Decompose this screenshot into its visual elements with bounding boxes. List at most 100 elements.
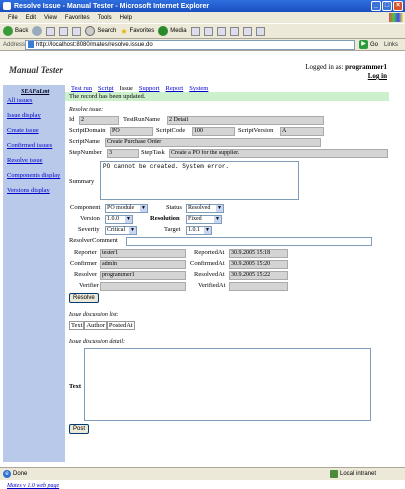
discuss-icon[interactable] [242,26,252,36]
menu-view[interactable]: View [44,15,57,21]
resolve-button[interactable]: Resolve [69,293,99,303]
menu-bar: File Edit View Favorites Tools Help [0,12,405,23]
sidebar-item-issue-display[interactable]: Issue display [7,112,41,119]
confirmed-at-label: ConfirmedAt [190,260,225,267]
maximize-button[interactable]: □ [382,1,392,11]
resolver-comment-input[interactable] [126,237,372,246]
status-message: The record has been updated. [65,92,389,101]
menu-favorites[interactable]: Favorites [65,15,90,21]
window-titlebar: Resolve Issue - Manual Tester - Microsof… [0,0,405,12]
back-arrow-icon [3,26,13,36]
sidebar-item-create-issue[interactable]: Create issue [7,127,39,134]
severity-select[interactable]: Critical ▼ [105,226,137,235]
target-label: Target [164,226,181,233]
page-icon [28,41,34,48]
web-page: Manual Tester Logged in as: programmer1 … [0,51,405,489]
close-button[interactable]: × [393,1,403,11]
windows-logo-icon [389,13,403,22]
stop-icon[interactable] [46,26,56,36]
mail-icon[interactable] [203,26,213,36]
messenger-icon[interactable] [255,26,265,36]
menu-tools[interactable]: Tools [98,15,112,21]
script-domain-label: ScriptDomain [69,127,106,134]
verifier-field [100,282,186,291]
security-zone: Local intranet [340,471,377,477]
resolver-comment-label: ResolverComment [69,237,118,244]
column-header-text: Text [69,321,85,330]
sidebar-item-confirmed-issues[interactable]: Confirmed issues [7,142,52,149]
address-input[interactable]: http://localhost:8080/mates/resolve.issu… [25,39,355,50]
status-text: Done [13,471,28,477]
forward-arrow-icon[interactable] [32,26,43,36]
logged-in-label: Logged in as: [305,63,344,71]
chevron-down-icon: ▼ [204,227,211,234]
post-button[interactable]: Post [69,424,90,434]
footer-link[interactable]: Mates v 1.0 web page [7,483,59,489]
chevron-down-icon: ▼ [214,216,221,223]
step-number-label: StepNumber [69,149,102,156]
window-title: Resolve Issue - Manual Tester - Microsof… [14,2,210,10]
menu-help[interactable]: Help [120,15,132,21]
project-link[interactable]: SEAFaLmt [21,89,49,95]
status-select[interactable]: Resolved ▼ [186,204,224,213]
resolution-select[interactable]: Fixed ▼ [186,215,222,224]
tab-script[interactable]: Script [98,85,114,92]
page-done-icon: e [3,470,11,478]
script-code-label: ScriptCode [156,127,186,134]
sidebar-item-versions-display[interactable]: Versions display [7,187,50,194]
go-button[interactable]: ▶ Go [359,40,378,49]
history-icon[interactable] [190,26,200,36]
menu-edit[interactable]: Edit [26,15,36,21]
sidebar-item-all-issues[interactable]: All issues [7,97,32,104]
discussion-text-textarea[interactable] [84,348,371,421]
back-button[interactable]: Back [3,26,28,36]
refresh-icon[interactable] [59,26,69,36]
minimize-button[interactable]: _ [371,1,381,11]
top-tabs: Test run Script Issue Support Report Sys… [71,85,208,92]
favorites-button[interactable]: ★ Favorites [120,27,154,36]
print-icon[interactable] [216,26,226,36]
verified-at-label: VerifiedAt [198,282,226,289]
component-select[interactable]: PO module ▼ [105,204,148,213]
version-select[interactable]: 1.0.0 ▼ [105,215,133,224]
script-version-field: A [280,127,324,136]
discussion-list-title: Issue discussion list: [69,312,119,318]
media-icon [158,26,169,36]
edit-icon[interactable] [229,26,239,36]
tab-report[interactable]: Report [166,85,184,92]
test-run-name-label: TestRunName [123,116,161,123]
reported-at-label: ReportedAt [194,249,225,256]
chevron-down-icon: ▼ [125,216,132,223]
script-name-label: ScriptName [69,138,101,145]
step-task-field: Create a PO for the supplier. [169,149,388,158]
confirmer-label: Confirmer [70,260,98,267]
component-label: Component [70,204,101,211]
sidebar-item-resolve-issue[interactable]: Resolve issue [7,157,43,164]
logout-link[interactable]: Log in [368,72,387,80]
text-label: Text [69,383,82,390]
search-button[interactable]: Search [85,26,116,36]
target-select[interactable]: 1.0.1 ▼ [186,226,212,235]
address-bar: Address http://localhost:8080/mates/reso… [0,39,405,51]
discussion-detail-title: Issue discussion detail: [69,339,125,345]
tab-issue[interactable]: Issue [120,85,133,92]
sidebar: SEAFaLmt All issues Issue display Create… [3,85,65,489]
address-label: Address [3,41,26,48]
links-button[interactable]: Links [384,42,398,48]
script-version-label: ScriptVersion [238,127,274,134]
tab-system[interactable]: System [189,85,208,92]
reporter-label: Reporter [74,249,97,256]
id-label: Id [69,116,75,123]
sidebar-item-components-display[interactable]: Components display [7,172,60,179]
tab-support[interactable]: Support [139,85,160,92]
home-icon[interactable] [72,26,82,36]
media-button[interactable]: Media [158,26,187,36]
chevron-down-icon: ▼ [140,205,147,212]
page-header: Manual Tester Logged in as: programmer1 … [3,55,389,85]
resolved-at-field: 30.9.2005 15:22 [229,271,288,280]
summary-textarea[interactable]: PO cannot be created. System error. [100,161,299,200]
tab-test-run[interactable]: Test run [71,85,92,92]
star-icon: ★ [120,26,128,36]
menu-file[interactable]: File [8,15,18,21]
step-number-field: 3 [107,149,139,158]
